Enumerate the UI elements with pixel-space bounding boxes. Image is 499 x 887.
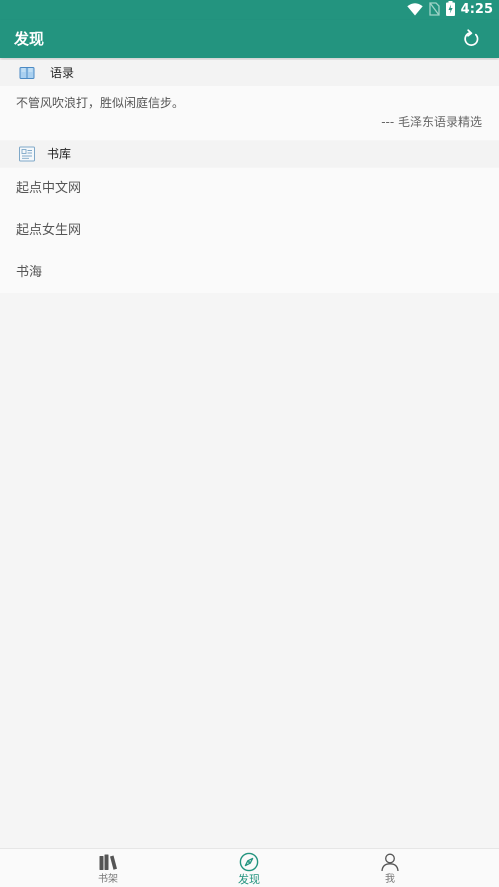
person-icon [380,852,400,872]
refresh-icon[interactable] [461,29,481,49]
nav-item-me[interactable]: 我 [307,849,473,887]
status-bar: 4:25 [0,0,499,20]
list-item-label: 书海 [16,265,43,280]
library-section-header: 书库 [0,141,499,167]
status-icons: 4:25 [406,0,493,20]
status-time: 4:25 [460,2,493,17]
library-card-icon [18,145,36,163]
quotes-section-label: 语录 [50,66,75,80]
quote-card[interactable]: 不管风吹浪打，胜似闲庭信步。 --- 毛泽东语录精选 [0,86,499,140]
wifi-icon [406,1,423,20]
library-section-label: 书库 [47,147,72,161]
quotes-section-header: 语录 [0,60,499,86]
quote-text: 不管风吹浪打，胜似闲庭信步。 [16,96,185,110]
app-toolbar: 发现 [0,20,499,58]
battery-charging-icon [445,0,455,20]
quote-source: --- 毛泽东语录精选 [381,115,482,129]
book-open-icon [18,64,36,82]
app-root: 4:25 发现 语录 不管风吹浪打，胜似闲庭信步。 --- 毛泽东语录精选 书库… [0,0,499,887]
list-item-label: 起点中文网 [16,181,82,196]
compass-icon [239,852,259,872]
list-item-qidian-female[interactable]: 起点女生网 [0,210,499,252]
nav-label-me: 我 [385,874,395,885]
list-item-label: 起点女生网 [16,223,82,238]
bottom-nav: 书架 发现 我 [0,848,499,887]
list-item-shuhai[interactable]: 书海 [0,252,499,294]
page-title: 发现 [14,30,45,48]
library-list: 起点中文网 起点女生网 书海 [0,168,499,293]
list-item-qidian[interactable]: 起点中文网 [0,168,499,210]
no-sim-icon [429,1,440,20]
bookshelf-icon [98,852,118,872]
